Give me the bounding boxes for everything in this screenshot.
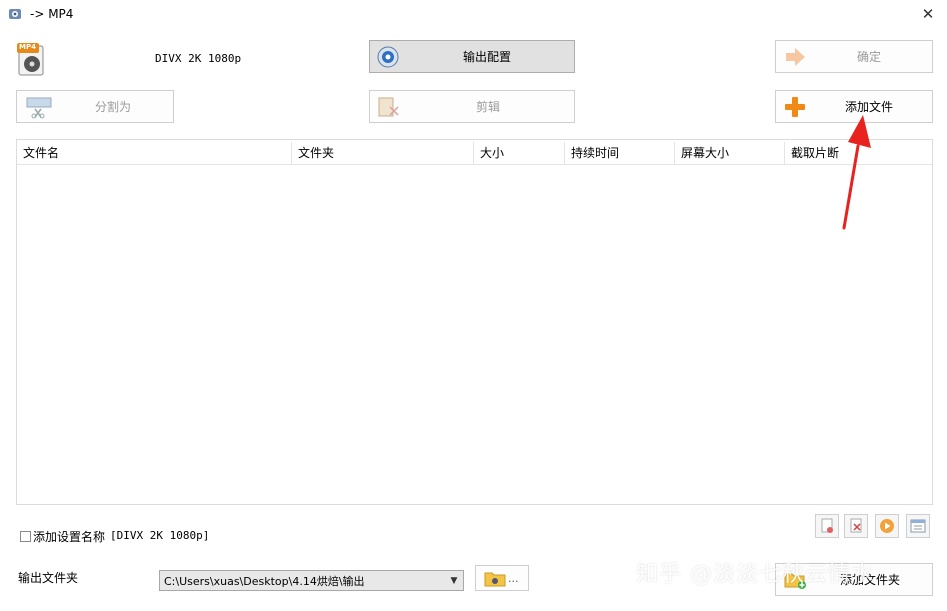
split-button[interactable]: 分割为 <box>16 90 174 123</box>
profile-name: DIVX 2K 1080p <box>155 52 242 65</box>
output-folder-label: 输出文件夹 <box>18 571 79 585</box>
column-header-duration[interactable]: 持续时间 <box>565 142 675 164</box>
chevron-down-icon: ▼ <box>450 575 458 586</box>
browse-folder-button[interactable]: ... <box>475 565 529 591</box>
column-header-folder[interactable]: 文件夹 <box>292 142 474 164</box>
title-bar: -> MP4 ✕ <box>0 0 947 30</box>
media-info-button[interactable] <box>906 514 930 538</box>
output-folder-path: C:\Users\xuas\Desktop\4.14烘焙\输出 <box>164 574 365 588</box>
annotation-arrow <box>842 115 871 230</box>
play-icon <box>880 519 894 533</box>
config-gear-icon <box>377 46 399 67</box>
output-config-button[interactable]: 输出配置 <box>369 40 575 73</box>
edit-label: 剪辑 <box>475 100 500 114</box>
browse-ellipsis: ... <box>508 571 519 585</box>
table-header: 文件名 文件夹 大小 持续时间 屏幕大小 截取片断 <box>17 142 932 165</box>
add-setting-name-label: 添加设置名称 <box>33 530 106 544</box>
column-header-screen-size[interactable]: 屏幕大小 <box>675 142 785 164</box>
folder-icon <box>484 572 506 587</box>
mp4-format-icon: MP4 <box>16 42 46 76</box>
output-folder-select[interactable]: C:\Users\xuas\Desktop\4.14烘焙\输出 ▼ <box>159 570 464 591</box>
add-setting-name-value: [DIVX 2K 1080p] <box>110 529 210 542</box>
plus-icon <box>785 96 805 117</box>
close-button[interactable]: ✕ <box>914 3 942 25</box>
split-label: 分割为 <box>94 100 131 114</box>
ok-button[interactable]: 确定 <box>775 40 933 73</box>
zhihu-watermark: 知乎 @淡淡七秋云情水 <box>636 562 874 587</box>
file-list-table[interactable]: 文件名 文件夹 大小 持续时间 屏幕大小 截取片断 <box>16 139 933 505</box>
edit-button[interactable]: 剪辑 <box>369 90 575 123</box>
remove-file-icon <box>821 518 833 533</box>
format-badge: MP4 <box>19 43 36 51</box>
clear-list-icon <box>850 518 862 533</box>
remove-file-button[interactable] <box>815 514 839 538</box>
app-icon <box>9 9 21 19</box>
column-header-size[interactable]: 大小 <box>474 142 565 164</box>
clear-list-button[interactable] <box>844 514 868 538</box>
column-header-filename[interactable]: 文件名 <box>17 142 292 164</box>
output-config-label: 输出配置 <box>462 50 511 64</box>
edit-clip-icon <box>378 97 399 116</box>
split-film-icon <box>26 97 52 118</box>
info-window-icon <box>910 519 926 533</box>
add-setting-name-checkbox[interactable] <box>20 531 31 542</box>
ok-label: 确定 <box>856 50 881 64</box>
play-preview-button[interactable] <box>875 514 899 538</box>
ok-arrow-icon <box>786 47 805 66</box>
window-title: -> MP4 <box>30 7 74 21</box>
